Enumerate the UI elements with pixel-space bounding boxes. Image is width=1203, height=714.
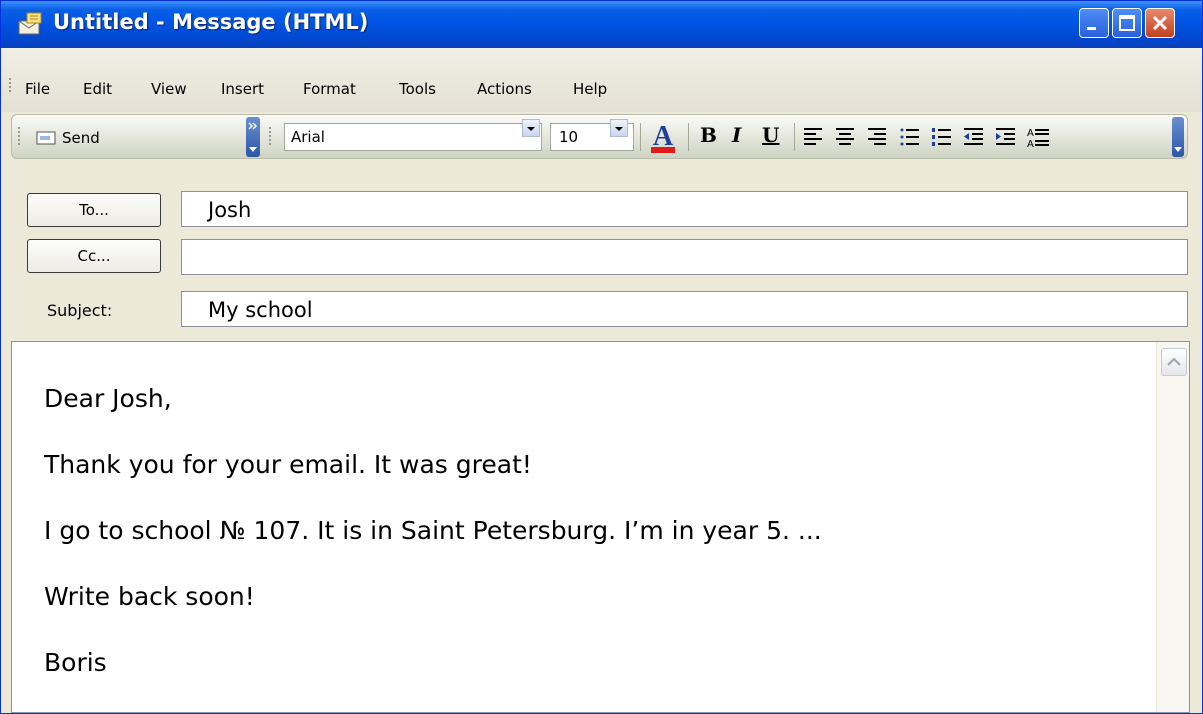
separator xyxy=(640,123,641,151)
subject-label: Subject: xyxy=(47,301,113,320)
scroll-up-button[interactable] xyxy=(1161,348,1187,376)
decrease-indent-icon[interactable] xyxy=(962,125,986,149)
separator xyxy=(794,123,795,151)
to-field[interactable]: Josh xyxy=(181,191,1188,227)
chevron-down-icon xyxy=(248,122,258,152)
menu-tools[interactable]: Tools xyxy=(399,80,436,98)
message-icon xyxy=(18,12,42,35)
svg-text:A: A xyxy=(1027,139,1034,149)
menu-format[interactable]: Format xyxy=(303,80,356,98)
increase-indent-icon[interactable] xyxy=(994,125,1018,149)
send-icon xyxy=(36,131,56,145)
close-icon xyxy=(1152,15,1168,31)
toolbar-grip-icon-2[interactable] xyxy=(269,127,272,147)
font-color-icon[interactable]: A xyxy=(645,121,681,155)
minimize-button[interactable] xyxy=(1079,8,1109,38)
close-button[interactable] xyxy=(1145,8,1175,38)
chevron-down-icon xyxy=(1174,147,1182,152)
formatting-toolbar: Send Arial 10 A B I U A A xyxy=(11,114,1188,159)
font-name-dropdown[interactable] xyxy=(522,119,540,137)
toolbar-grip-icon[interactable] xyxy=(18,127,21,147)
message-window: Untitled - Message (HTML) File Edit View… xyxy=(0,0,1203,714)
body-paragraph: I go to school № 107. It is in Saint Pet… xyxy=(44,516,822,545)
numbered-list-icon[interactable] xyxy=(930,125,954,149)
font-name-value: Arial xyxy=(291,128,325,146)
chevron-up-icon xyxy=(1167,357,1181,366)
menu-edit[interactable]: Edit xyxy=(83,80,112,98)
subject-value: My school xyxy=(208,298,313,322)
maximize-icon xyxy=(1119,15,1135,31)
window-title: Untitled - Message (HTML) xyxy=(53,10,369,34)
align-left-icon[interactable] xyxy=(802,125,826,149)
styles-icon[interactable]: A A xyxy=(1026,125,1052,149)
font-size-dropdown[interactable] xyxy=(610,119,628,137)
menu-grip-icon[interactable] xyxy=(9,78,12,94)
chevron-down-icon xyxy=(527,127,535,131)
minimize-icon xyxy=(1087,27,1096,30)
subject-field[interactable]: My school xyxy=(181,291,1188,327)
menu-insert[interactable]: Insert xyxy=(221,80,264,98)
menu-view[interactable]: View xyxy=(151,80,187,98)
maximize-button[interactable] xyxy=(1112,8,1142,38)
send-label: Send xyxy=(62,129,100,147)
align-center-icon[interactable] xyxy=(834,125,858,149)
bold-button[interactable]: B xyxy=(700,123,717,147)
separator xyxy=(688,123,689,151)
underline-button[interactable]: U xyxy=(762,123,779,147)
to-value: Josh xyxy=(208,198,252,222)
font-name-select[interactable]: Arial xyxy=(284,123,542,151)
to-button[interactable]: To... xyxy=(27,193,161,227)
body-paragraph: Boris xyxy=(44,648,107,677)
menu-bar: File Edit View Insert Format Tools Actio… xyxy=(1,48,1202,112)
vertical-scrollbar[interactable] xyxy=(1156,342,1189,712)
message-header: To... Josh Cc... Subject: My school xyxy=(11,173,1190,339)
toolbar-overflow-chevron[interactable] xyxy=(1172,117,1184,157)
cc-field[interactable] xyxy=(181,239,1188,275)
body-paragraph: Thank you for your email. It was great! xyxy=(44,450,532,479)
italic-button[interactable]: I xyxy=(732,123,741,147)
cc-button[interactable]: Cc... xyxy=(27,239,161,273)
body-paragraph: Write back soon! xyxy=(44,582,255,611)
font-size-value: 10 xyxy=(559,128,579,146)
title-bar[interactable]: Untitled - Message (HTML) xyxy=(1,1,1202,48)
message-body[interactable]: Dear Josh, Thank you for your email. It … xyxy=(11,341,1190,713)
toolbar-options-chevron[interactable] xyxy=(246,117,260,157)
menu-actions[interactable]: Actions xyxy=(477,80,532,98)
send-button[interactable]: Send xyxy=(36,127,100,149)
align-right-icon[interactable] xyxy=(866,125,890,149)
svg-text:A: A xyxy=(1027,128,1034,139)
chevron-down-icon xyxy=(615,127,623,131)
bullet-list-icon[interactable] xyxy=(898,125,922,149)
menu-file[interactable]: File xyxy=(25,80,50,98)
menu-help[interactable]: Help xyxy=(573,80,607,98)
body-paragraph: Dear Josh, xyxy=(44,384,172,413)
